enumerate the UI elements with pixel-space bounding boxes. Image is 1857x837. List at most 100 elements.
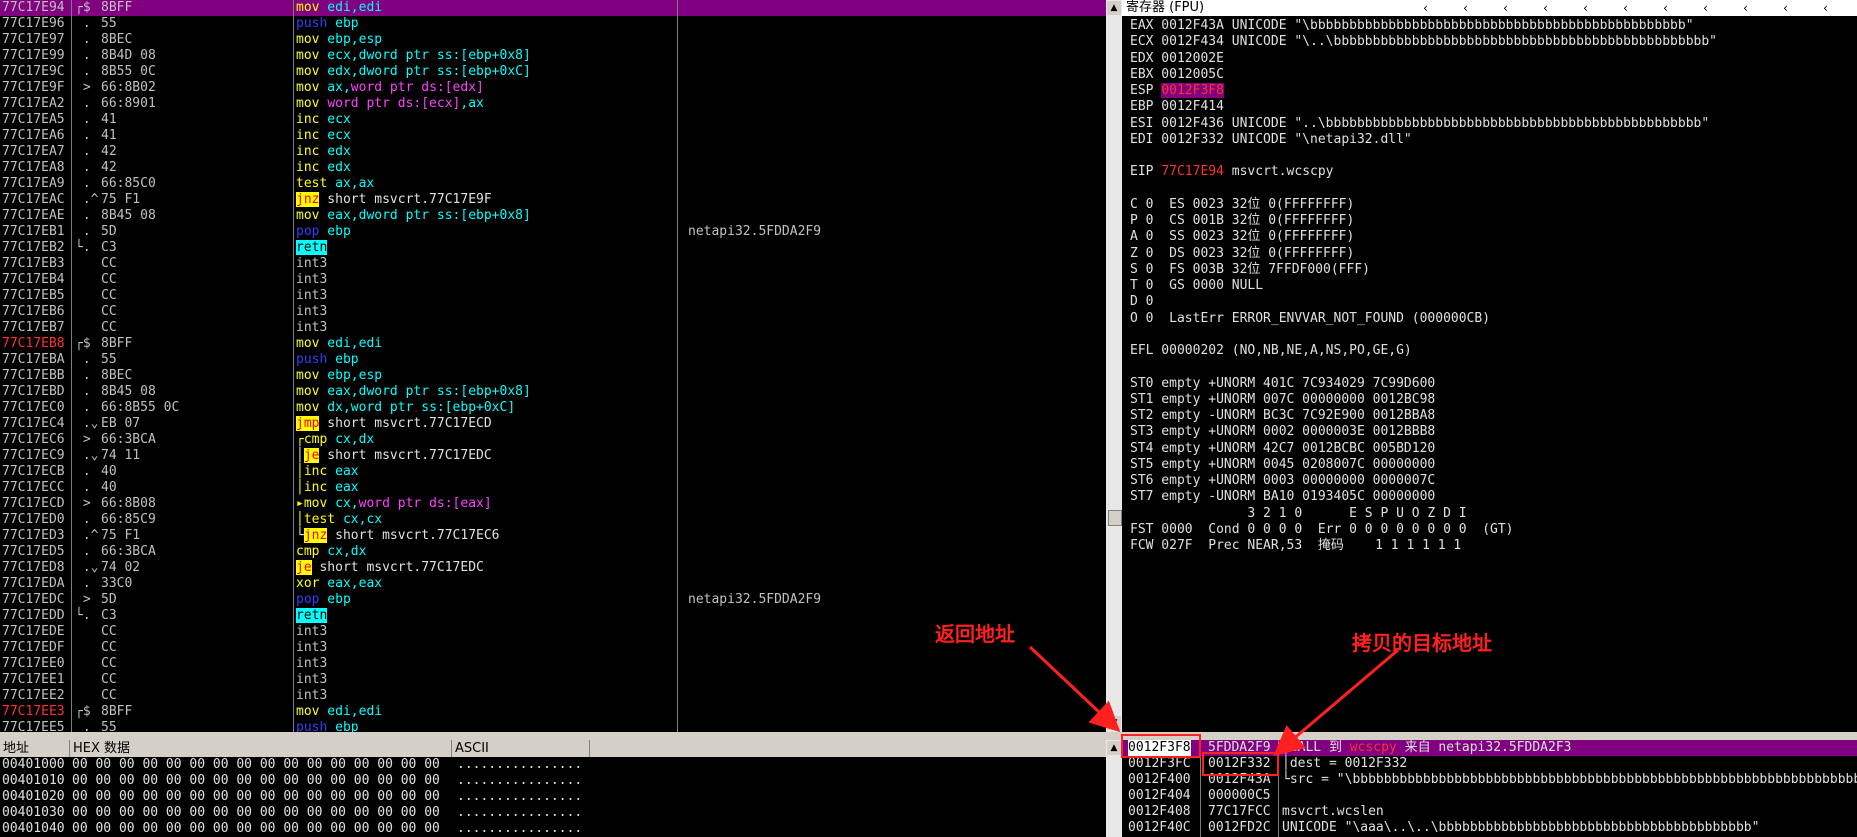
register-line[interactable]: Z 0 DS 0023 32位 0(FFFFFFFF): [1130, 246, 1354, 262]
nav-left-arrow-icon[interactable]: ‹: [1462, 0, 1469, 16]
disasm-row[interactable]: 77C17EB6 CC int3: [0, 304, 1106, 320]
nav-left-arrow-icon[interactable]: ‹: [1822, 0, 1829, 16]
register-line[interactable]: ST4 empty +UNORM 42C7 0012BCBC 005BD120: [1130, 441, 1435, 457]
nav-left-arrow-icon[interactable]: ‹: [1502, 0, 1509, 16]
scroll-thumb[interactable]: [1108, 510, 1122, 526]
disasm-row[interactable]: 77C17EBB . 8BEC mov ebp,esp: [0, 368, 1106, 384]
register-line[interactable]: ST5 empty +UNORM 0045 0208007C 00000000: [1130, 457, 1435, 473]
scroll-up-arrow-icon[interactable]: ▲: [1107, 1, 1121, 15]
nav-left-arrow-icon[interactable]: ‹: [1582, 0, 1589, 16]
disasm-row[interactable]: 77C17ECB . 40 │inc eax: [0, 464, 1106, 480]
register-line[interactable]: ST1 empty +UNORM 007C 00000000 0012BC98: [1130, 392, 1435, 408]
disasm-row[interactable]: 77C17EA6 . 41 inc ecx: [0, 128, 1106, 144]
register-line[interactable]: ST2 empty -UNORM BC3C 7C92E900 0012BBA8: [1130, 408, 1435, 424]
nav-left-arrow-icon[interactable]: ‹: [1662, 0, 1669, 16]
scroll-down-arrow-icon[interactable]: ▼: [1107, 716, 1121, 730]
disasm-row[interactable]: 77C17EB1 . 5D pop ebp netapi32.5FDDA2F9: [0, 224, 1106, 240]
register-line[interactable]: A 0 SS 0023 32位 0(FFFFFFFF): [1130, 229, 1354, 245]
register-line[interactable]: P 0 CS 001B 32位 0(FFFFFFFF): [1130, 213, 1354, 229]
disasm-row[interactable]: 77C17EC4 .⌄ EB 07 jmp short msvcrt.77C17EC…: [0, 416, 1106, 432]
disasm-row[interactable]: 77C17EE3 ┌$ 8BFF mov edi,edi: [0, 704, 1106, 720]
stack-row[interactable]: 0012F408 77C17FCC msvcrt.wcslen: [1122, 804, 1857, 820]
register-line[interactable]: EFL 00000202 (NO,NB,NE,A,NS,PO,GE,G): [1130, 343, 1412, 359]
disasm-row[interactable]: 77C17E94 ┌$ 8BFF mov edi,edi: [0, 0, 1106, 16]
dump-header-hex[interactable]: HEX 数据: [70, 740, 452, 757]
disasm-row[interactable]: 77C17EBD . 8B45 08 mov eax,dword ptr ss:[e…: [0, 384, 1106, 400]
disasm-row[interactable]: 77C17EA7 . 42 inc edx: [0, 144, 1106, 160]
disasm-row[interactable]: 77C17EDC >5D pop ebp netapi32.5FDDA2F9: [0, 592, 1106, 608]
nav-left-arrow-icon[interactable]: ‹: [1742, 0, 1749, 16]
disasm-row[interactable]: 77C17EA9 . 66:85C0 test ax,ax: [0, 176, 1106, 192]
register-line[interactable]: ESP 0012F3F8: [1130, 83, 1224, 99]
dump-header-address[interactable]: 地址: [0, 740, 70, 757]
nav-left-arrow-icon[interactable]: ‹: [1422, 0, 1429, 16]
disasm-row[interactable]: 77C17EAC .^ 75 F1 jnz short msvcrt.77C17E9…: [0, 192, 1106, 208]
disasm-row[interactable]: 77C17E9C . 8B55 0C mov edx,dword ptr ss:[e…: [0, 64, 1106, 80]
dump-header-ascii[interactable]: ASCII: [452, 740, 590, 757]
register-line[interactable]: ECX 0012F434 UNICODE "\..\bbbbbbbbbbbbbb…: [1130, 34, 1717, 50]
dump-scrollbar[interactable]: ▲: [1106, 740, 1122, 837]
disasm-row[interactable]: 77C17EE2 CC int3: [0, 688, 1106, 704]
nav-left-arrow-icon[interactable]: ‹: [1702, 0, 1709, 16]
register-value-esp[interactable]: 0012F3F8: [1161, 83, 1224, 98]
register-line[interactable]: D 0: [1130, 294, 1153, 310]
register-line[interactable]: FCW 027F Prec NEAR,53 掩码 1 1 1 1 1 1: [1130, 538, 1461, 554]
register-line[interactable]: ESI 0012F436 UNICODE "..\bbbbbbbbbbbbbbb…: [1130, 116, 1709, 132]
disasm-row[interactable]: 77C17EC6 >66:3BCA ┌cmp cx,dx: [0, 432, 1106, 448]
disasm-row[interactable]: 77C17EE5 . 55 push ebp: [0, 720, 1106, 732]
registers-pane[interactable]: 寄存器 (FPU) ‹ ‹ ‹ ‹ ‹ ‹ ‹ ‹ ‹ ‹ ‹ EAX 0012F43A UNICO…: [1122, 0, 1857, 732]
disasm-row[interactable]: 77C17E99 . 8B4D 08 mov ecx,dword ptr ss:[e…: [0, 48, 1106, 64]
dump-row[interactable]: 00401030 00 00 00 00 00 00 00 00 00 00 00…: [2, 805, 582, 821]
disasm-row[interactable]: 77C17ED0 . 66:85C9 │test cx,cx: [0, 512, 1106, 528]
scroll-up-arrow-icon[interactable]: ▲: [1107, 741, 1121, 755]
stack-row[interactable]: 0012F404 000000C5: [1122, 788, 1857, 804]
disasm-row[interactable]: 77C17ECC . 40 │inc eax: [0, 480, 1106, 496]
dump-row[interactable]: 00401020 00 00 00 00 00 00 00 00 00 00 00…: [2, 789, 582, 805]
disasm-row[interactable]: 77C17EB3 CC int3: [0, 256, 1106, 272]
dump-row[interactable]: 00401040 00 00 00 00 00 00 00 00 00 00 00…: [2, 821, 582, 837]
disasm-row[interactable]: 77C17EDA . 33C0 xor eax,eax: [0, 576, 1106, 592]
dump-row[interactable]: 00401010 00 00 00 00 00 00 00 00 00 00 00…: [2, 773, 582, 789]
pane-splitter[interactable]: [0, 732, 1857, 740]
disasm-row[interactable]: 77C17EA5 . 41 inc ecx: [0, 112, 1106, 128]
disasm-row[interactable]: 77C17EB8 ┌$ 8BFF mov edi,edi: [0, 336, 1106, 352]
register-line[interactable]: ST3 empty +UNORM 0002 0000003E 0012BBB8: [1130, 424, 1435, 440]
disasm-row[interactable]: 77C17ECD >66:8B08 ▸mov cx,word ptr ds:[ea…: [0, 496, 1106, 512]
disasm-row[interactable]: 77C17EB7 CC int3: [0, 320, 1106, 336]
memory-dump-pane[interactable]: 地址 HEX 数据 ASCII 00401000 00 00 00 00 00 0…: [0, 740, 1106, 837]
nav-left-arrow-icon[interactable]: ‹: [1622, 0, 1629, 16]
disasm-row[interactable]: 77C17ED5 . 66:3BCA cmp cx,dx: [0, 544, 1106, 560]
disasm-row[interactable]: 77C17EBA . 55 push ebp: [0, 352, 1106, 368]
disasm-row[interactable]: 77C17EE0 CC int3: [0, 656, 1106, 672]
register-line[interactable]: EDI 0012F332 UNICODE "\netapi32.dll": [1130, 132, 1412, 148]
disasm-row[interactable]: 77C17EAE . 8B45 08 mov eax,dword ptr ss:[e…: [0, 208, 1106, 224]
disasm-row[interactable]: 77C17EB5 CC int3: [0, 288, 1106, 304]
register-line[interactable]: ST7 empty -UNORM BA10 0193405C 00000000: [1130, 489, 1435, 505]
stack-row[interactable]: 0012F40C 0012FD2C UNICODE "\aaa\..\..\bbbb…: [1122, 820, 1857, 836]
disasm-row[interactable]: 77C17EA2 . 66:8901 mov word ptr ds:[ecx],a…: [0, 96, 1106, 112]
register-line[interactable]: C 0 ES 0023 32位 0(FFFFFFFF): [1130, 197, 1354, 213]
disasm-row[interactable]: 77C17ED3 .^ 75 F1 └jnz short msvcrt.77C17E…: [0, 528, 1106, 544]
register-line[interactable]: 3 2 1 0 E S P U O Z D I: [1130, 506, 1466, 522]
register-line[interactable]: EBX 0012005C: [1130, 67, 1224, 83]
disasm-row[interactable]: 77C17E9F >66:8B02 mov ax,word ptr ds:[edx…: [0, 80, 1106, 96]
register-line[interactable]: ST0 empty +UNORM 401C 7C934029 7C99D600: [1130, 376, 1435, 392]
register-line[interactable]: FST 0000 Cond 0 0 0 0 Err 0 0 0 0 0 0 0 …: [1130, 522, 1514, 538]
disasm-row[interactable]: 77C17EE1 CC int3: [0, 672, 1106, 688]
nav-left-arrow-icon[interactable]: ‹: [1782, 0, 1789, 16]
dump-row[interactable]: 00401000 00 00 00 00 00 00 00 00 00 00 00…: [2, 757, 582, 773]
disasm-row[interactable]: 77C17EB4 CC int3: [0, 272, 1106, 288]
register-line[interactable]: EBP 0012F414: [1130, 99, 1224, 115]
register-line[interactable]: T 0 GS 0000 NULL: [1130, 278, 1263, 294]
register-line[interactable]: EAX 0012F43A UNICODE "\bbbbbbbbbbbbbbbbb…: [1130, 18, 1694, 34]
disasm-row[interactable]: 77C17EA8 . 42 inc edx: [0, 160, 1106, 176]
disasm-row[interactable]: 77C17E97 . 8BEC mov ebp,esp: [0, 32, 1106, 48]
register-line[interactable]: O 0 LastErr ERROR_ENVVAR_NOT_FOUND (0000…: [1130, 311, 1490, 327]
disasm-row[interactable]: 77C17E96 . 55 push ebp: [0, 16, 1106, 32]
nav-left-arrow-icon[interactable]: ‹: [1542, 0, 1549, 16]
disasm-row[interactable]: 77C17ED8 .⌄ 74 02 je short msvcrt.77C17EDC: [0, 560, 1106, 576]
register-line[interactable]: EIP 77C17E94 msvcrt.wcscpy: [1130, 164, 1334, 180]
disasm-row[interactable]: 77C17EC0 . 66:8B55 0C mov dx,word ptr ss:[…: [0, 400, 1106, 416]
register-value-eip[interactable]: 77C17E94: [1161, 164, 1224, 179]
register-line[interactable]: ST6 empty +UNORM 0003 00000000 0000007C: [1130, 473, 1435, 489]
